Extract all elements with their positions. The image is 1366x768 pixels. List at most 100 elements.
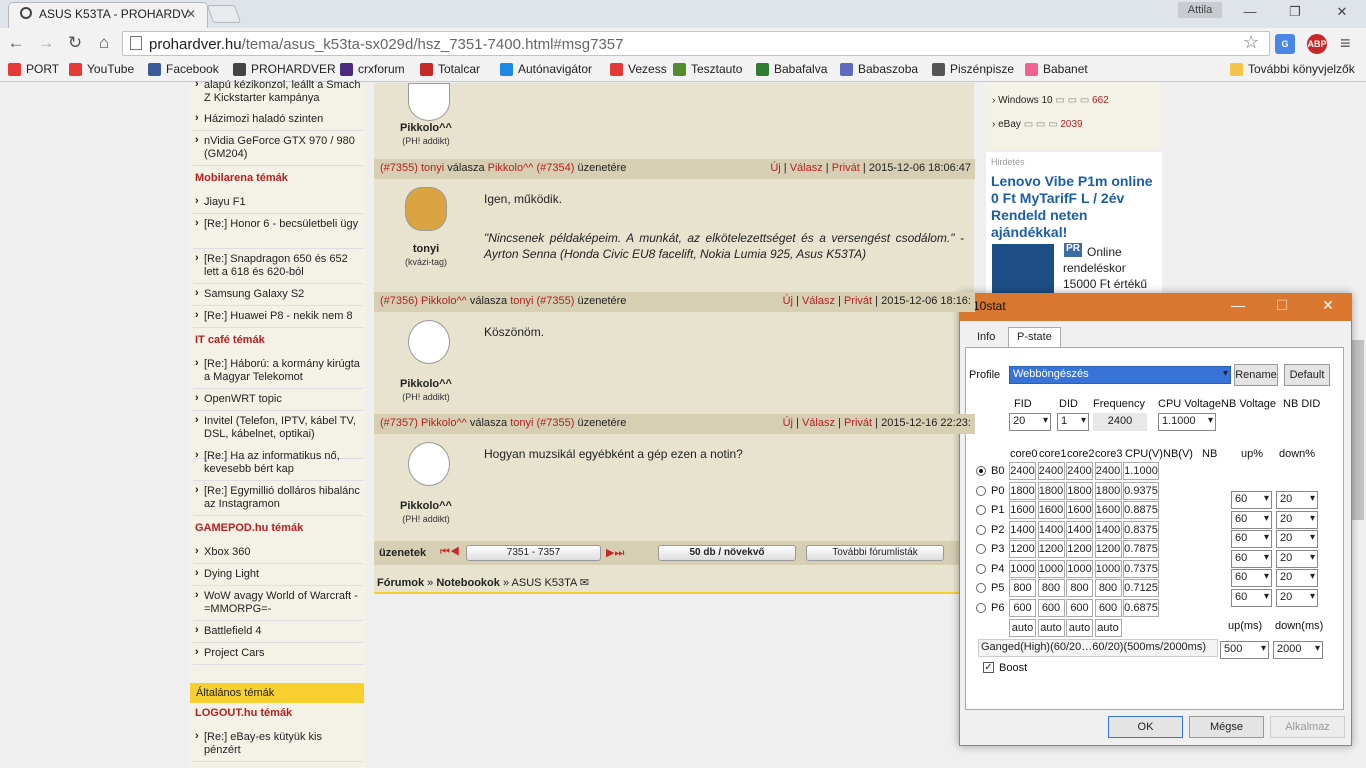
post-valasz-link[interactable]: Válasz (802, 295, 835, 307)
sidebar-topic[interactable]: Dying Light (195, 567, 361, 581)
core-frequency-field[interactable]: 1600 (1037, 501, 1065, 519)
translate-icon[interactable]: G (1275, 34, 1295, 54)
core-frequency-field[interactable]: 800 (1009, 579, 1036, 597)
profile-badge[interactable]: Attila (1178, 2, 1222, 18)
pstate-radio[interactable] (976, 563, 986, 574)
auto-button[interactable]: auto (1094, 619, 1122, 637)
sidebar-topic[interactable]: nVidia GeForce GTX 970 / 980 (GM204) (195, 134, 361, 161)
default-button[interactable]: Default (1284, 364, 1330, 386)
post-privat-link[interactable]: Privát (844, 417, 872, 429)
core-frequency-field[interactable]: 1200 (1009, 540, 1036, 558)
post-author-link[interactable]: Pikkolo^^ (421, 295, 467, 307)
tab-info[interactable]: Info (968, 327, 1005, 347)
core-frequency-field[interactable]: 800 (1094, 579, 1122, 597)
home-icon[interactable]: ⌂ (93, 33, 115, 53)
post-valasz-link[interactable]: Válasz (790, 162, 823, 174)
pstate-radio[interactable] (976, 602, 986, 613)
first-page-icon[interactable]: ⏮◀ (440, 546, 460, 559)
core-frequency-field[interactable]: 1600 (1094, 501, 1122, 519)
post-number-link[interactable]: (#7355) (380, 162, 418, 174)
restore-icon[interactable]: ❐ (1283, 4, 1307, 20)
bookmark-item[interactable]: Babanet (1025, 62, 1088, 76)
post-valasz-link[interactable]: Válasz (802, 417, 835, 429)
post-privat-link[interactable]: Privát (844, 295, 872, 307)
mail-icon[interactable]: ✉ (580, 577, 589, 589)
ad-title[interactable]: Lenovo Vibe P1m online 0 Ft MyTarifF L /… (991, 173, 1157, 241)
tab-pstate[interactable]: P-state (1008, 327, 1061, 347)
pstate-radio[interactable] (976, 524, 986, 535)
core-frequency-field[interactable]: 2400 (1094, 462, 1122, 480)
auto-button[interactable]: auto (1066, 619, 1093, 637)
pstate-radio[interactable] (976, 485, 986, 496)
k10-maximize-icon[interactable]: ☐ (1270, 297, 1294, 314)
rename-button[interactable]: Rename (1234, 364, 1278, 386)
auto-button[interactable]: auto (1037, 619, 1065, 637)
altalanos-heading[interactable]: Általános témák (190, 683, 364, 703)
bookmark-item[interactable]: Babafalva (756, 62, 827, 76)
bookmark-item[interactable]: Facebook (148, 62, 219, 76)
core-frequency-field[interactable]: 1800 (1066, 481, 1093, 500)
address-bar[interactable]: prohardver.hu/tema/asus_k53ta-sx029d/hsz… (122, 31, 1270, 56)
core-frequency-field[interactable]: 1200 (1094, 540, 1122, 558)
ok-button[interactable]: OK (1108, 716, 1183, 738)
core-frequency-field[interactable]: 600 (1009, 598, 1036, 617)
sidebar-topic[interactable]: [Re:] Honor 6 - becsületbeli ügy (195, 217, 361, 231)
more-forums-select[interactable]: További fórumlisták (806, 545, 944, 561)
mobilarena-heading[interactable]: Mobilarena témák (195, 172, 288, 184)
close-window-icon[interactable]: ✕ (1330, 4, 1354, 20)
core-frequency-field[interactable]: 1800 (1009, 481, 1036, 500)
cpu-voltage-field[interactable]: 1.1000 (1123, 462, 1159, 480)
post-author-link[interactable]: tonyi (421, 162, 444, 174)
boost-checkbox[interactable]: ✓ (983, 662, 994, 673)
down-percent-select[interactable]: 20 (1276, 588, 1318, 607)
core-frequency-field[interactable]: 1400 (1037, 520, 1065, 539)
sidebar-topic[interactable]: OpenWRT topic (195, 392, 361, 406)
reply-target-link[interactable]: tonyi (510, 295, 533, 307)
core-frequency-field[interactable]: 1000 (1094, 559, 1122, 578)
pstate-radio[interactable] (976, 544, 986, 554)
pstate-radio[interactable] (976, 466, 986, 476)
right-topic-ebay[interactable]: › eBay ▭ ▭ ▭ 2039 (992, 119, 1083, 130)
bookmark-item[interactable]: YouTube (69, 62, 134, 76)
user-name[interactable]: tonyi (381, 243, 471, 255)
sidebar-topic[interactable]: Invitel (Telefon, IPTV, kábel TV, DSL, k… (195, 414, 361, 441)
bookmark-item[interactable]: Vezess (610, 62, 667, 76)
menu-icon[interactable]: ≡ (1340, 33, 1351, 54)
minimize-icon[interactable]: — (1238, 4, 1262, 19)
pstate-radio[interactable] (976, 583, 986, 593)
core-frequency-field[interactable]: 600 (1094, 598, 1122, 617)
post-uj-link[interactable]: Új (783, 417, 793, 429)
logout-heading[interactable]: LOGOUT.hu témák (195, 707, 292, 719)
core-frequency-field[interactable]: 1600 (1066, 501, 1093, 519)
bookmark-item[interactable]: Totalcar (420, 62, 480, 76)
reply-target-link[interactable]: Pikkolo^^ (488, 162, 534, 174)
sidebar-topic[interactable]: Samsung Galaxy S2 (195, 287, 361, 301)
core-frequency-field[interactable]: 1400 (1094, 520, 1122, 539)
last-page-icon[interactable]: ▶⏭ (606, 546, 624, 560)
user-name[interactable]: Pikkolo^^ (381, 500, 471, 512)
sidebar-topic[interactable]: [Re:] Egymillió dolláros hibalánc az Ins… (195, 484, 361, 511)
core-frequency-field[interactable]: 800 (1037, 579, 1065, 597)
core-frequency-field[interactable]: 1400 (1066, 520, 1093, 539)
forward-icon[interactable]: → (35, 33, 57, 53)
core-frequency-field[interactable]: 600 (1066, 598, 1093, 617)
core-frequency-field[interactable]: 2400 (1009, 462, 1036, 480)
reply-target-number[interactable]: (#7355) (537, 417, 575, 429)
core-frequency-field[interactable]: 1200 (1037, 540, 1065, 558)
post-number-link[interactable]: (#7356) (380, 295, 418, 307)
bookmark-item[interactable]: Autónavigátor (500, 62, 592, 76)
cpu-voltage-field[interactable]: 0.7125 (1123, 579, 1159, 597)
post-uj-link[interactable]: Új (770, 162, 780, 174)
tab-close-icon[interactable]: ✕ (186, 7, 196, 21)
core-frequency-field[interactable]: 1000 (1066, 559, 1093, 578)
down-percent-select[interactable]: 20 (1276, 530, 1318, 548)
core-frequency-field[interactable]: 1000 (1009, 559, 1036, 578)
core-frequency-field[interactable]: 800 (1066, 579, 1093, 597)
breadcrumb-forums[interactable]: Fórumok (377, 577, 424, 589)
down-percent-select[interactable]: 20 (1276, 510, 1318, 529)
breadcrumb-current[interactable]: ASUS K53TA (512, 577, 577, 589)
reply-target-number[interactable]: (#7355) (537, 295, 575, 307)
sidebar-topic[interactable]: alapú kézikonzol, leállt a Smach Z Kicks… (195, 78, 361, 105)
auto-button[interactable]: auto (1009, 619, 1036, 637)
k10-close-icon[interactable]: ✕ (1316, 297, 1340, 314)
